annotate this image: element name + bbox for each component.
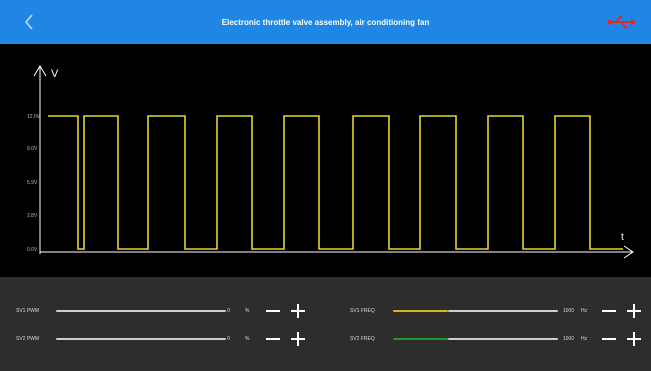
app-window: Electronic throttle valve assembly, air … [0, 0, 651, 371]
sv1-freq-unit: Hz [581, 308, 588, 314]
sv2-freq-value: 1000 [562, 336, 574, 342]
chevron-left-icon[interactable] [20, 12, 40, 32]
sv1-freq-plus-button[interactable] [627, 304, 641, 318]
y-tick-label: 0.0V [27, 247, 38, 253]
header-bar: Electronic throttle valve assembly, air … [0, 0, 651, 44]
y-tick-label: 9.0V [27, 146, 38, 152]
sv1-freq-slider-fill[interactable] [393, 310, 448, 312]
y-axis-label: V [51, 68, 59, 80]
sv2-freq-unit: Hz [581, 336, 588, 342]
sv1-pwm-value: 0 [227, 308, 230, 314]
sv2-pwm-label: SV2 PWM [16, 336, 40, 342]
sv2-pwm-minus-button[interactable] [266, 338, 280, 340]
page-title: Electronic throttle valve assembly, air … [221, 18, 430, 27]
sv1-pwm-label: SV1 PWM [16, 308, 40, 314]
waveform-line [48, 115, 623, 250]
sv2-pwm-unit: % [245, 336, 250, 342]
control-panel: SV1 PWM 0 % SV2 PWM 0 % SV1 FREQ 1000 Hz… [0, 277, 651, 371]
sv1-pwm-minus-button[interactable] [266, 310, 280, 312]
sv2-pwm-value: 0 [227, 336, 230, 342]
sv2-freq-plus-button[interactable] [627, 332, 641, 346]
oscilloscope-panel: V t 0.0V 2.8V 5.9V 9.0V 12.0V [0, 44, 651, 277]
sv1-freq-value: 1000 [562, 308, 574, 314]
sv1-pwm-unit: % [245, 308, 250, 314]
sv2-pwm-plus-button[interactable] [291, 332, 305, 346]
waveform-chart: V t 0.0V 2.8V 5.9V 9.0V 12.0V [27, 65, 634, 259]
usb-icon [607, 15, 636, 29]
sv1-pwm-plus-button[interactable] [291, 304, 305, 318]
x-axis-label: t [621, 232, 624, 243]
sv1-freq-minus-button[interactable] [602, 310, 616, 312]
sv2-freq-slider-fill[interactable] [393, 338, 448, 340]
y-tick-label: 5.9V [27, 180, 38, 186]
y-tick-label: 12.0V [27, 114, 41, 120]
sv2-freq-label: SV2 FREQ [350, 336, 375, 342]
sv2-freq-minus-button[interactable] [602, 338, 616, 340]
sv1-freq-label: SV1 FREQ [350, 308, 375, 314]
y-tick-label: 2.8V [27, 213, 38, 219]
